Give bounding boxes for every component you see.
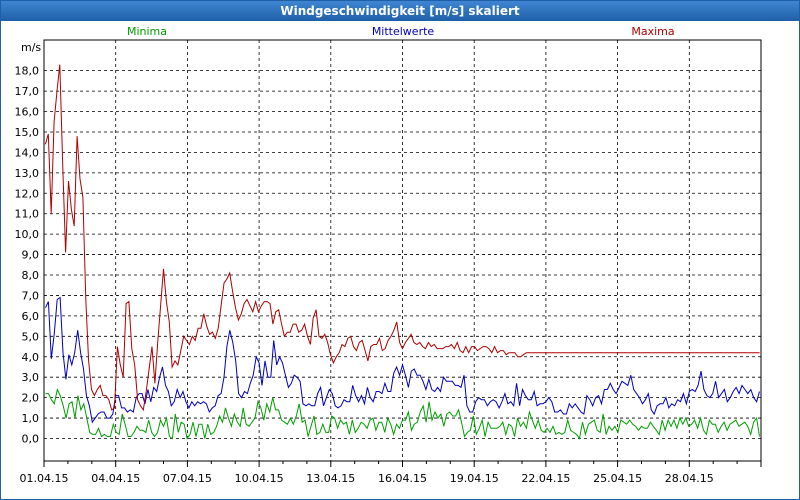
legend-entry-mittelwerte: Mittelwerte <box>372 25 435 38</box>
y-tick-label: 17,0 <box>15 85 40 98</box>
chart-window: Windgeschwindigkeit [m/s] skaliert 0,0 1,… <box>0 0 800 500</box>
y-tick-label: 2,0 <box>22 392 40 405</box>
x-tick-label: 22.04.15 <box>521 472 570 485</box>
y-tick-label: 15,0 <box>15 126 40 139</box>
x-tick-label: 19.04.15 <box>450 472 499 485</box>
x-tick-label: 25.04.15 <box>593 472 642 485</box>
y-tick-label: 8,0 <box>22 269 40 282</box>
y-axis-label: m/s <box>21 41 41 54</box>
y-tick-label: 5,0 <box>22 330 40 343</box>
y-tick-label: 9,0 <box>22 249 40 262</box>
y-tick-label: 12,0 <box>15 187 40 200</box>
x-tick-label: 07.04.15 <box>163 472 212 485</box>
x-tick-label: 01.04.15 <box>20 472 69 485</box>
y-tick-label: 3,0 <box>22 371 40 384</box>
y-tick-label: 1,0 <box>22 412 40 425</box>
x-axis-ticks: 01.04.15 04.04.15 07.04.15 10.04.15 13.04.15… <box>20 461 762 485</box>
y-tick-label: 6,0 <box>22 310 40 323</box>
x-tick-label: 16.04.15 <box>378 472 427 485</box>
y-axis-ticks: 0,0 1,0 2,0 3,0 4,0 5,0 6,0 7,0 8,0 9,0 10,0 11,0 12… <box>15 65 40 446</box>
y-tick-label: 0,0 <box>22 433 40 446</box>
x-tick-label: 04.04.15 <box>91 472 140 485</box>
y-tick-label: 4,0 <box>22 351 40 364</box>
y-tick-label: 16,0 <box>15 106 40 119</box>
legend-entry-maxima: Maxima <box>631 25 674 38</box>
y-tick-label: 13,0 <box>15 167 40 180</box>
y-tick-label: 7,0 <box>22 289 40 302</box>
x-tick-label: 13.04.15 <box>306 472 355 485</box>
y-tick-label: 14,0 <box>15 146 40 159</box>
wind-speed-chart: 0,0 1,0 2,0 3,0 4,0 5,0 6,0 7,0 8,0 9,0 10,0 11,0 12… <box>15 25 762 485</box>
chart-legend: Minima Mittelwerte Maxima <box>127 25 675 38</box>
y-tick-label: 18,0 <box>15 65 40 78</box>
legend-entry-minima: Minima <box>127 25 167 38</box>
y-tick-label: 10,0 <box>15 228 40 241</box>
x-tick-label: 10.04.15 <box>235 472 284 485</box>
x-tick-label: 28.04.15 <box>665 472 714 485</box>
y-tick-label: 11,0 <box>15 208 40 221</box>
